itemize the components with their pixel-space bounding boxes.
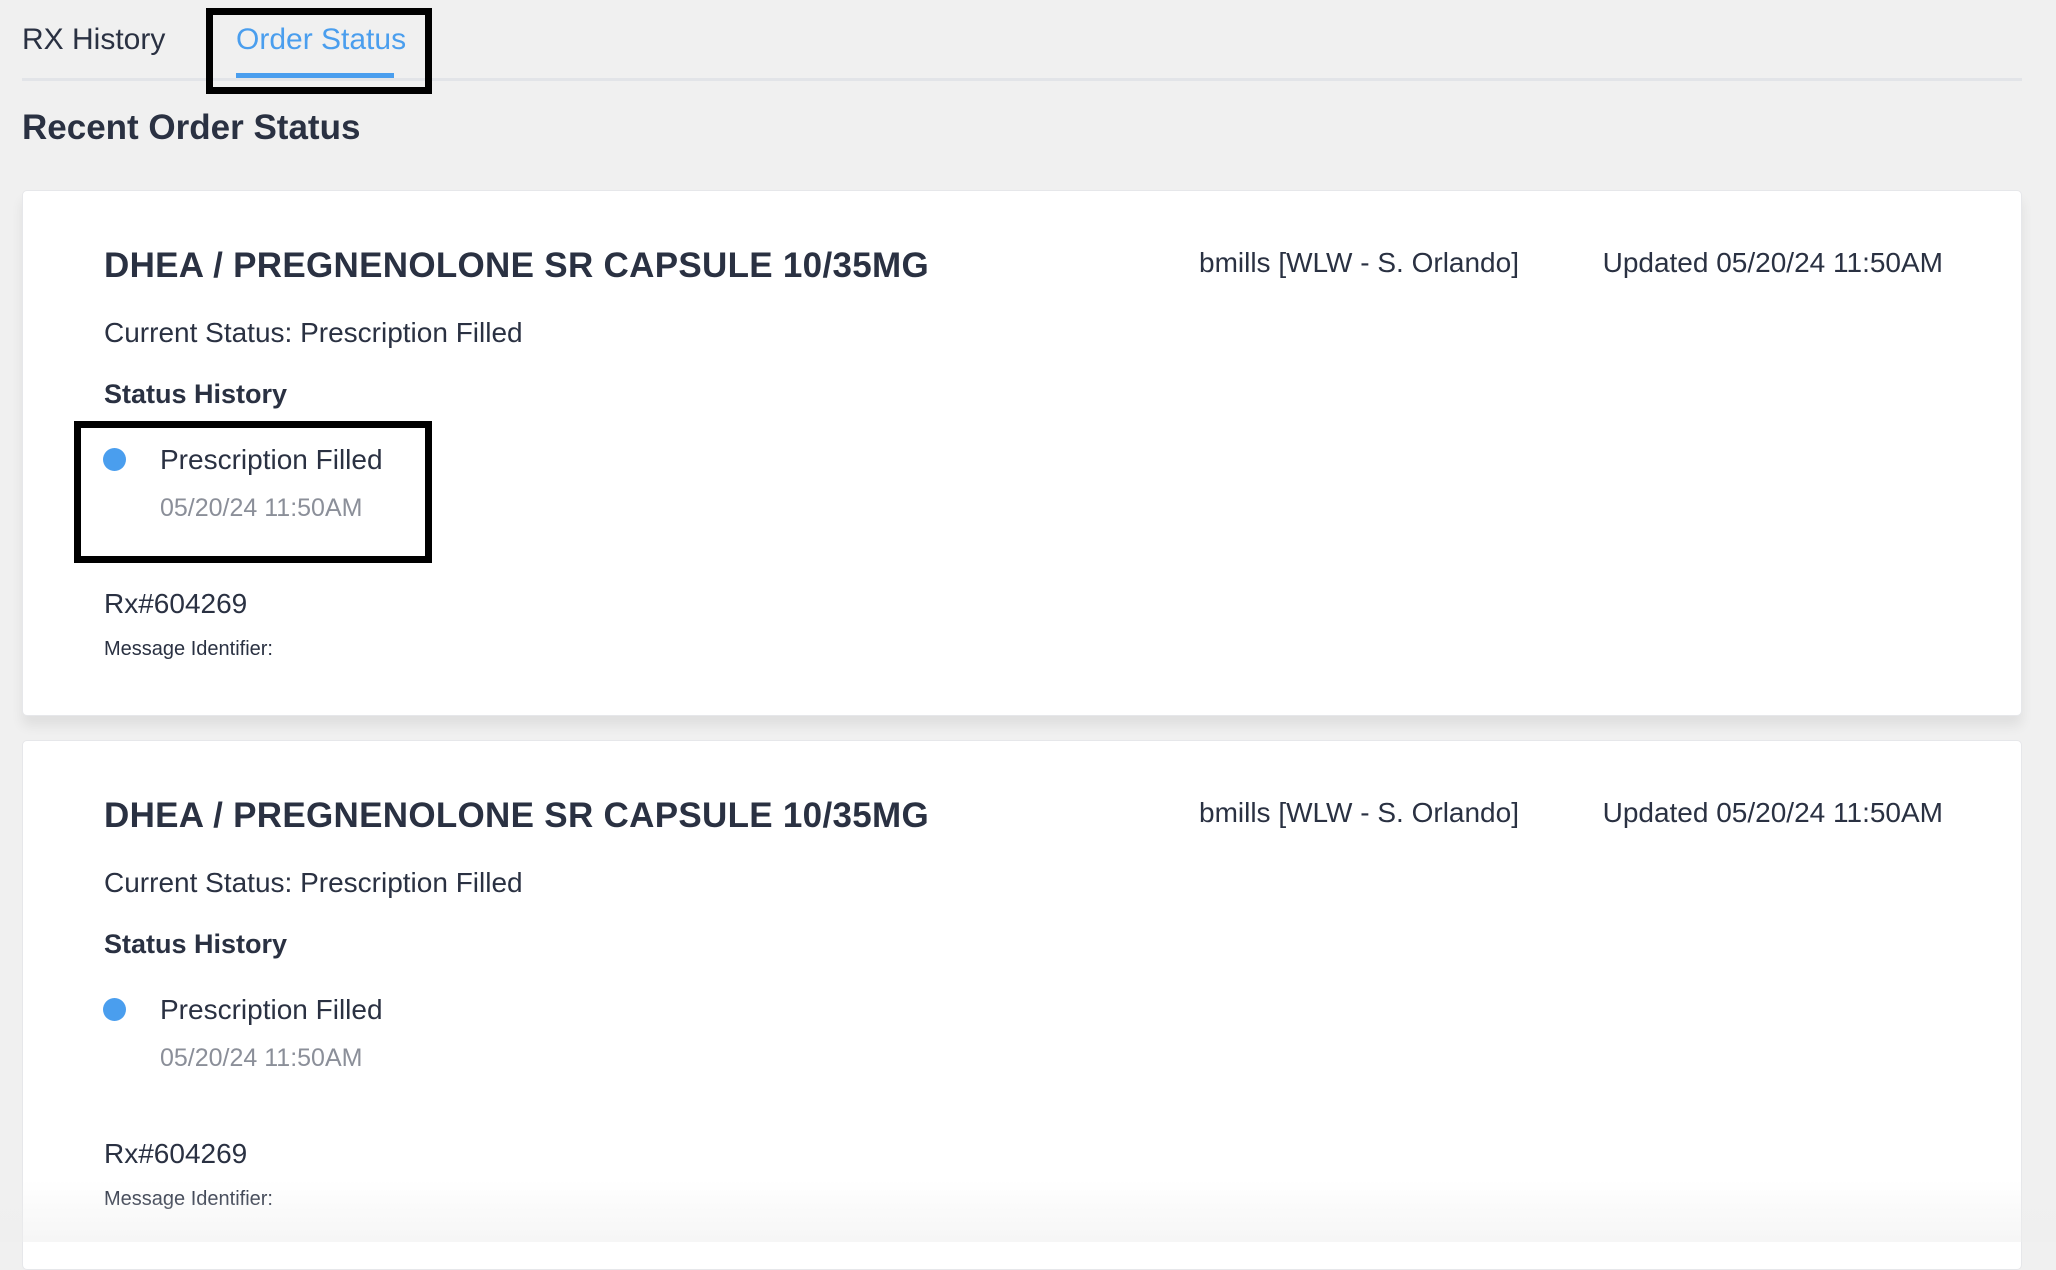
- rx-number: Rx#604269: [104, 1138, 248, 1169]
- user-location: bmills [WLW - S. Orlando]: [1199, 797, 1519, 828]
- history-status-time: 05/20/24 11:50AM: [160, 494, 363, 522]
- order-card: DHEA / PREGNENOLONE SR CAPSULE 10/35MG b…: [22, 740, 2022, 1270]
- status-history-heading: Status History: [104, 379, 288, 409]
- tab-order-status[interactable]: Order Status: [236, 22, 406, 58]
- updated-timestamp: Updated 05/20/24 11:50AM: [1602, 797, 1943, 828]
- status-dot-icon: [103, 448, 126, 471]
- current-status: Current Status: Prescription Filled: [104, 867, 523, 898]
- status-history-heading: Status History: [104, 929, 288, 959]
- status-dot-icon: [103, 998, 126, 1021]
- history-status-time: 05/20/24 11:50AM: [160, 1044, 363, 1072]
- drug-name: DHEA / PREGNENOLONE SR CAPSULE 10/35MG: [104, 246, 929, 285]
- tab-rx-history[interactable]: RX History: [22, 22, 165, 58]
- active-tab-indicator: [236, 73, 394, 78]
- current-status: Current Status: Prescription Filled: [104, 317, 523, 348]
- drug-name: DHEA / PREGNENOLONE SR CAPSULE 10/35MG: [104, 796, 929, 835]
- message-identifier: Message Identifier:: [104, 638, 273, 660]
- message-identifier: Message Identifier:: [104, 1188, 273, 1210]
- order-card: DHEA / PREGNENOLONE SR CAPSULE 10/35MG b…: [22, 190, 2022, 716]
- history-status-label: Prescription Filled: [160, 444, 383, 475]
- history-status-label: Prescription Filled: [160, 994, 383, 1025]
- user-location: bmills [WLW - S. Orlando]: [1199, 247, 1519, 278]
- page-title: Recent Order Status: [22, 108, 361, 147]
- updated-timestamp: Updated 05/20/24 11:50AM: [1602, 247, 1943, 278]
- rx-number: Rx#604269: [104, 588, 248, 619]
- tab-bar: RX History Order Status: [22, 0, 2022, 81]
